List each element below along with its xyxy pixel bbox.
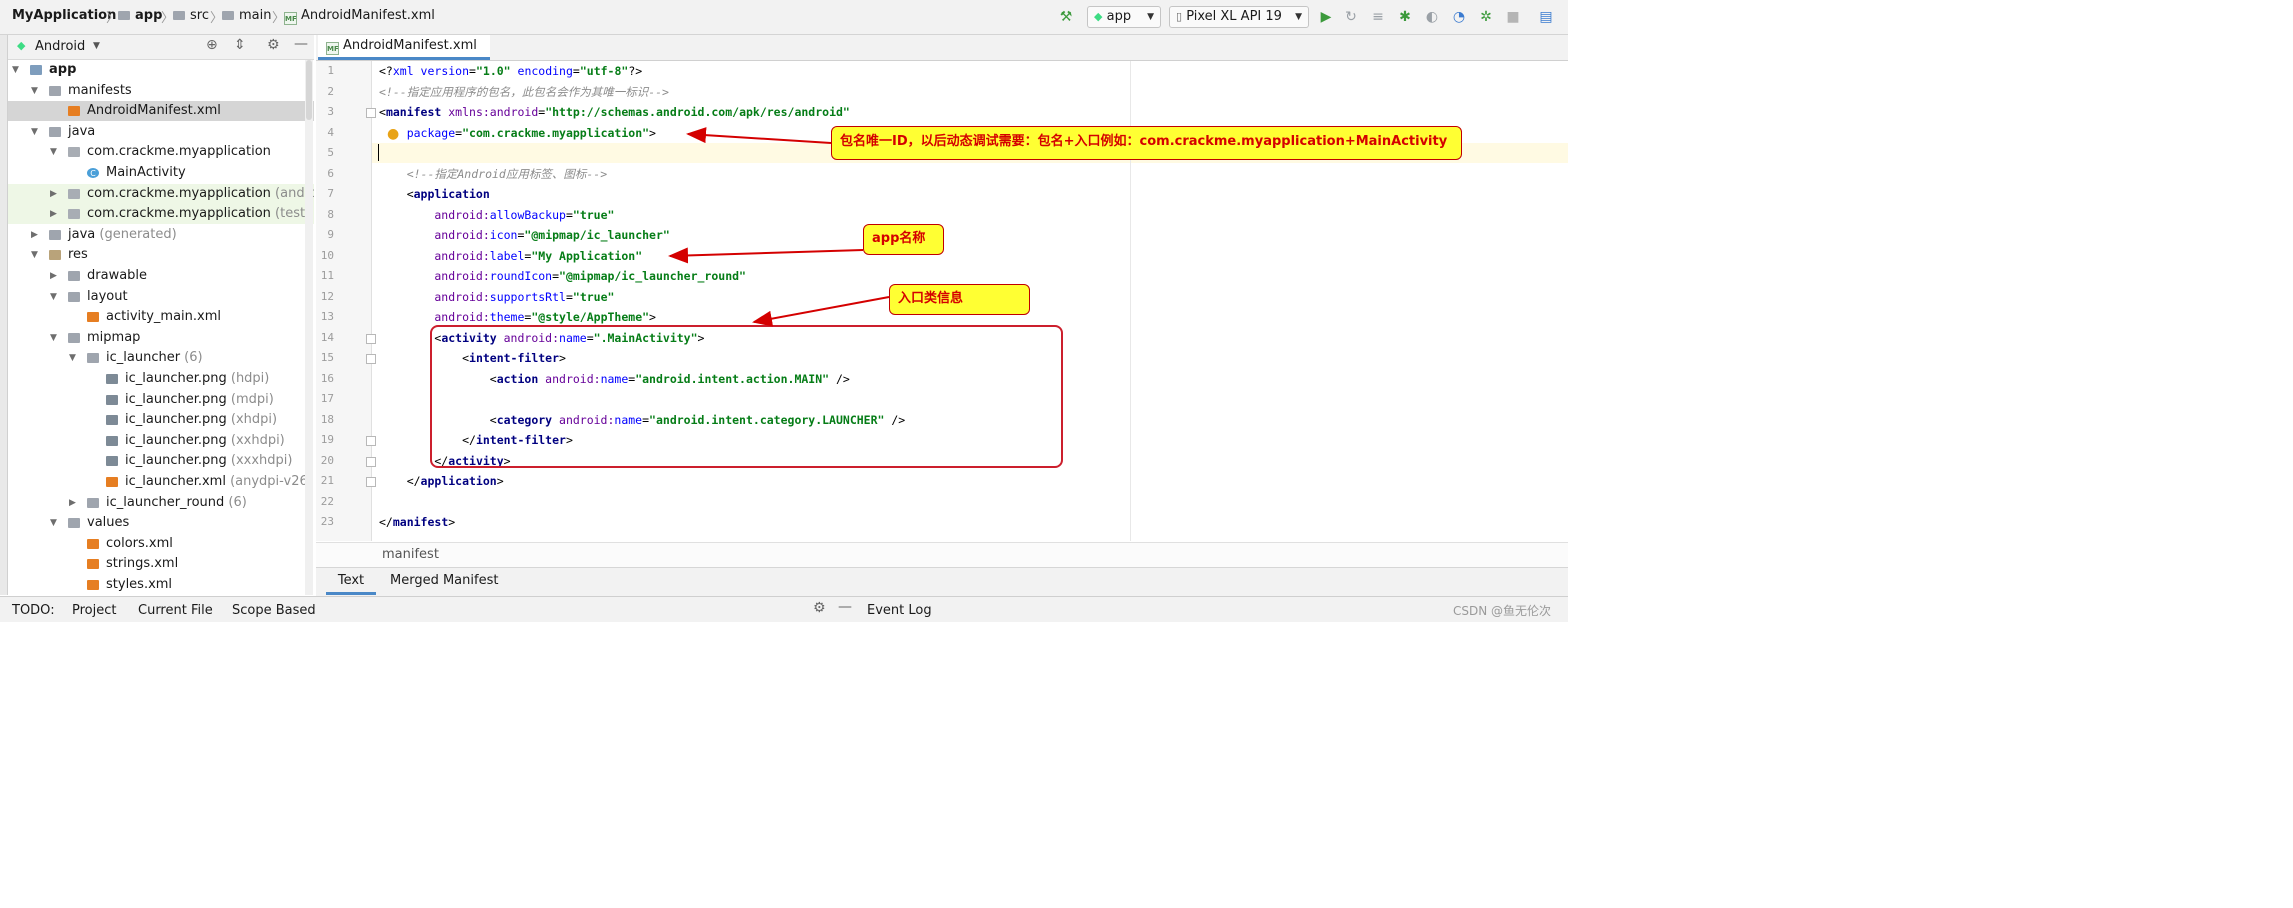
entry-class-arrow [752, 296, 890, 327]
status-bar: TODO: Project Current File Scope Based ⚙… [0, 596, 1568, 622]
gear-icon[interactable]: ⚙ [813, 600, 826, 616]
todo-scope-project[interactable]: Project [72, 603, 116, 618]
event-log-button[interactable]: Event Log [867, 603, 932, 618]
app-name-arrow [668, 247, 864, 264]
minimize-icon[interactable]: — [838, 599, 852, 615]
package-arrow [686, 127, 832, 144]
todo-scope-current-file[interactable]: Current File [138, 603, 213, 618]
todo-scope-based[interactable]: Scope Based [232, 603, 316, 618]
annotation-arrows [668, 127, 890, 327]
todo-tool-button[interactable]: TODO: [12, 603, 55, 618]
watermark: CSDN @鱼无伦次 [1453, 604, 1552, 618]
